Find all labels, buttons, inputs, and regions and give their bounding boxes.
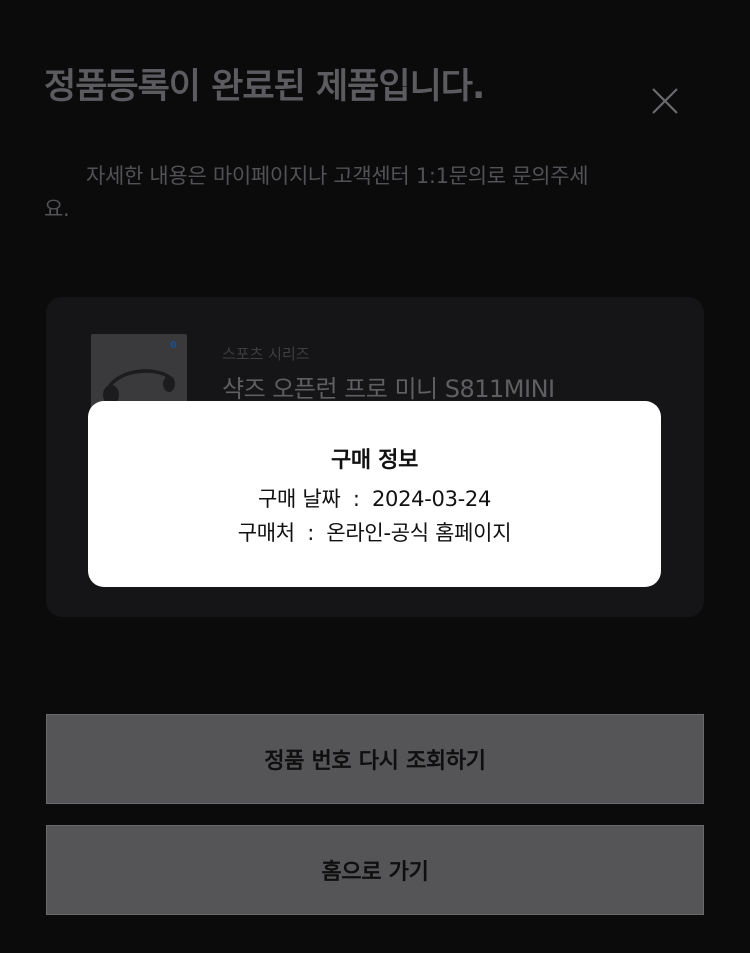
thumbnail-badge: 0 <box>170 340 177 351</box>
close-icon <box>652 88 678 114</box>
product-name: 샥즈 오픈런 프로 미니 S811MINI <box>222 375 555 403</box>
modal-title: 구매 정보 <box>330 448 419 473</box>
purchase-date-separator: : <box>352 487 360 511</box>
registration-complete-screen: 정품등록이 완료된 제품입니다. 자세한 내용은 마이페이지나 고객센터 1:1… <box>0 0 750 953</box>
page-title: 정품등록이 완료된 제품입니다. <box>44 67 485 107</box>
purchase-place-row: 구매처 : 온라인-공식 홈페이지 <box>237 516 512 550</box>
description-text: 자세한 내용은 마이페이지나 고객센터 1:1문의로 문의주세요. <box>44 164 589 221</box>
purchase-date-label: 구매 날짜 <box>257 487 341 511</box>
purchase-place-label: 구매처 <box>237 521 295 545</box>
purchase-place-separator: : <box>307 521 314 545</box>
purchase-date-row: 구매 날짜 : 2024-03-24 <box>258 482 491 516</box>
go-home-button[interactable]: 홈으로 가기 <box>46 825 704 915</box>
purchase-date-value: 2024-03-24 <box>371 487 492 511</box>
purchase-place-value: 온라인-공식 홈페이지 <box>326 521 512 545</box>
recheck-serial-button[interactable]: 정품 번호 다시 조회하기 <box>46 714 704 804</box>
purchase-info-modal: 구매 정보 구매 날짜 : 2024-03-24 구매처 : 온라인-공식 홈페… <box>88 401 661 587</box>
product-series: 스포츠 시리즈 <box>222 345 310 363</box>
close-button[interactable] <box>648 84 682 118</box>
